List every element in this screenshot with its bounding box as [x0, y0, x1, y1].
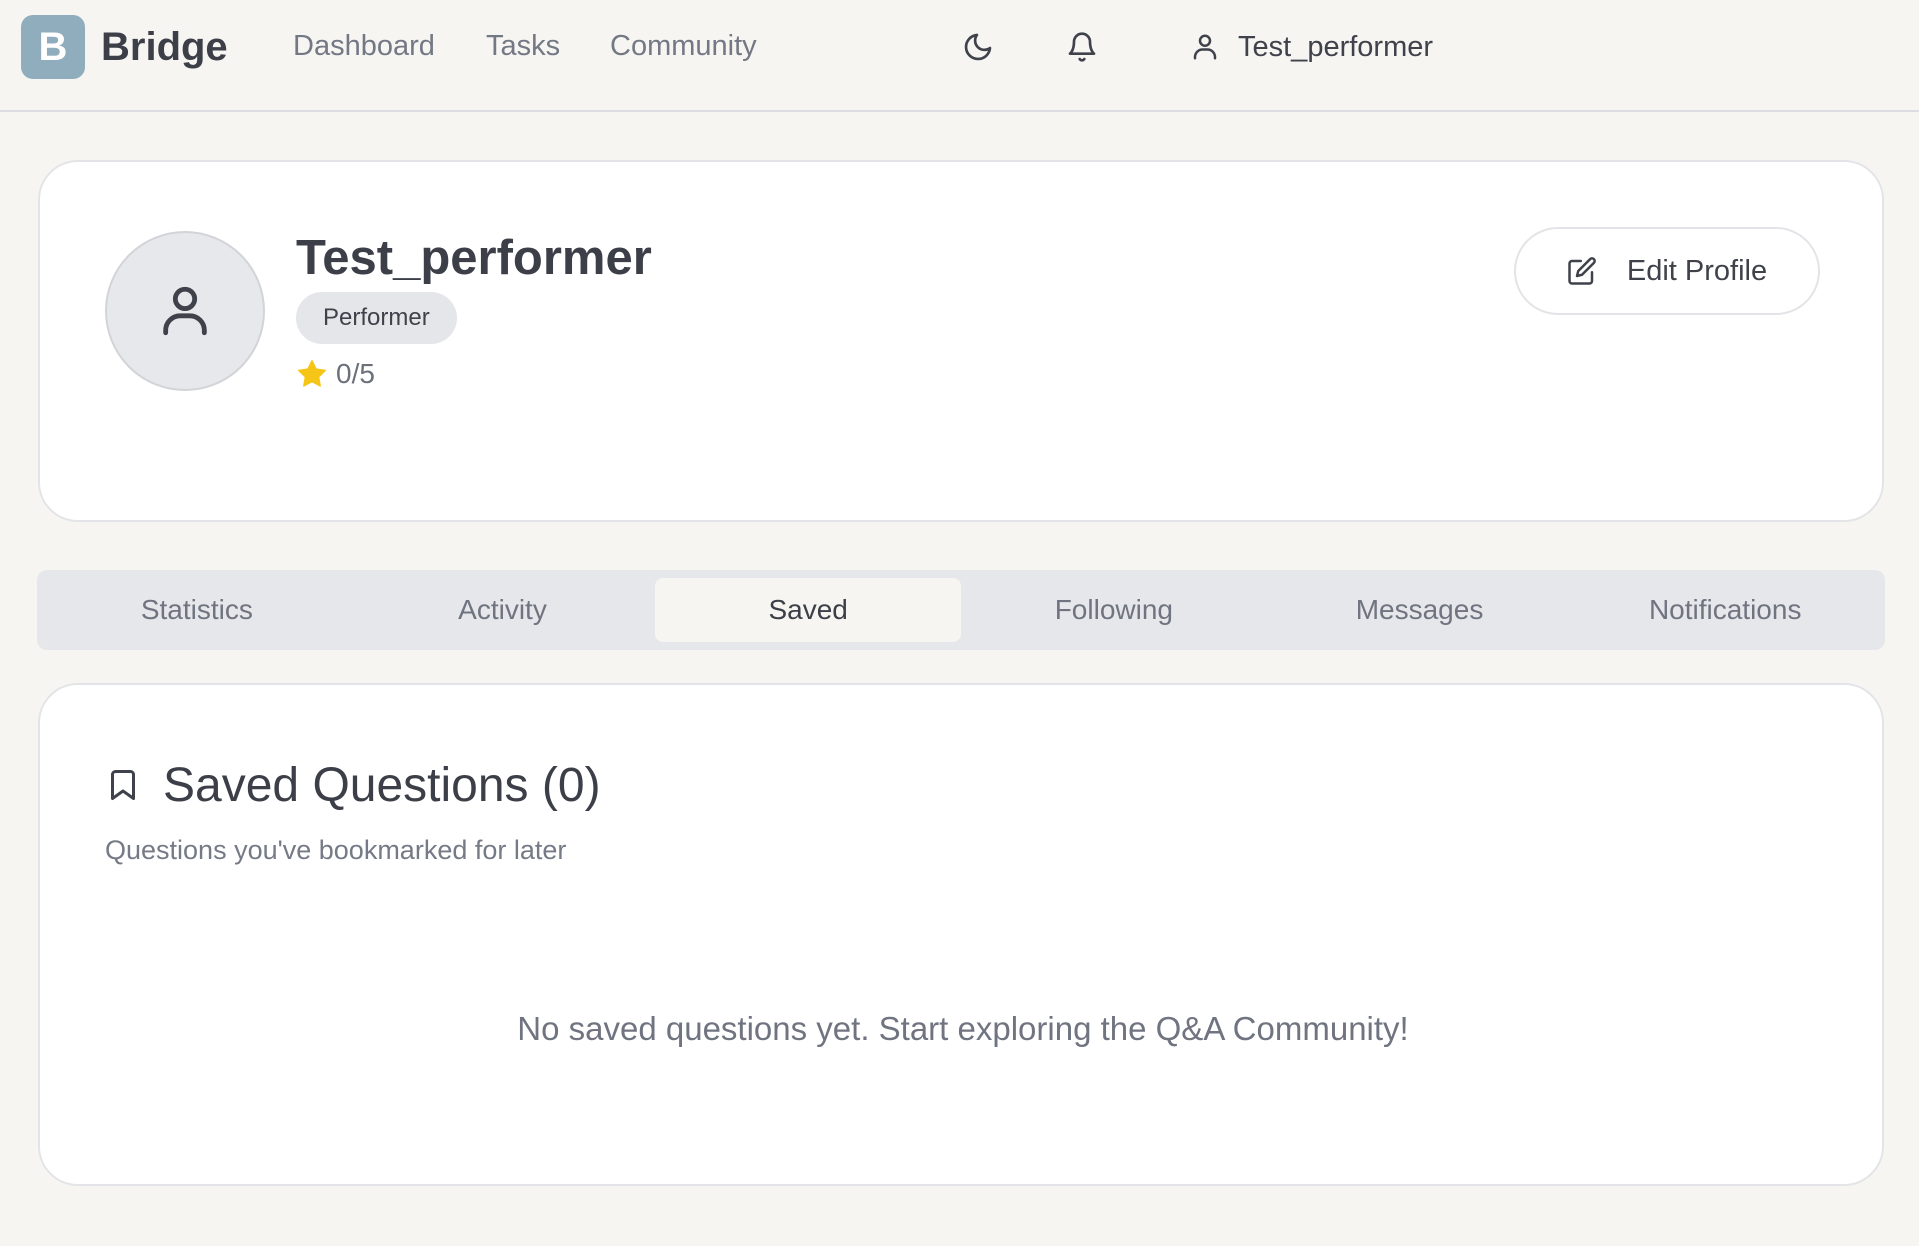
user-menu-name: Test_performer: [1238, 30, 1434, 63]
saved-questions-heading: Saved Questions (0): [163, 758, 601, 812]
nav-dashboard[interactable]: Dashboard: [293, 28, 435, 64]
profile-card: Test_performer Performer 0/5 Edit Profil…: [38, 160, 1884, 522]
edit-profile-button[interactable]: Edit Profile: [1514, 227, 1820, 315]
saved-questions-subtitle: Questions you've bookmarked for later: [105, 835, 567, 865]
tab-following[interactable]: Following: [961, 578, 1267, 642]
tab-notifications[interactable]: Notifications: [1572, 578, 1878, 642]
profile-name: Test_performer: [296, 231, 652, 285]
avatar: [105, 231, 265, 391]
nav-community[interactable]: Community: [610, 28, 757, 64]
user-icon: [163, 286, 207, 336]
logo[interactable]: B: [21, 15, 85, 79]
bell-icon: [1068, 32, 1096, 62]
logo-letter: B: [38, 24, 68, 69]
brand-name[interactable]: Bridge: [101, 22, 228, 72]
saved-questions-title: Saved Questions (0): [105, 755, 601, 815]
tab-statistics[interactable]: Statistics: [44, 578, 350, 642]
user-icon: [1193, 34, 1217, 60]
empty-state-message: No saved questions yet. Start exploring …: [517, 1010, 1409, 1047]
rating: 0/5: [296, 354, 375, 394]
tab-activity[interactable]: Activity: [350, 578, 656, 642]
top-navigation-bar: B Bridge Dashboard Tasks Community Test_…: [0, 0, 1919, 112]
tab-saved[interactable]: Saved: [655, 578, 962, 642]
edit-profile-label: Edit Profile: [1626, 254, 1768, 287]
edit-icon: [1568, 257, 1596, 285]
tab-messages[interactable]: Messages: [1267, 578, 1573, 642]
role-badge: Performer: [296, 292, 457, 344]
profile-tabs: Statistics Activity Saved Following Mess…: [37, 570, 1885, 650]
rating-value: 0/5: [336, 358, 375, 389]
moon-icon: [964, 33, 992, 61]
star-icon: [298, 360, 326, 387]
bookmark-icon: [111, 770, 135, 800]
saved-questions-card: Saved Questions (0) Questions you've boo…: [38, 683, 1884, 1186]
nav-tasks[interactable]: Tasks: [486, 28, 560, 64]
notifications-button[interactable]: [1062, 27, 1102, 67]
theme-toggle-button[interactable]: [958, 27, 998, 67]
user-menu[interactable]: Test_performer: [1190, 24, 1433, 70]
